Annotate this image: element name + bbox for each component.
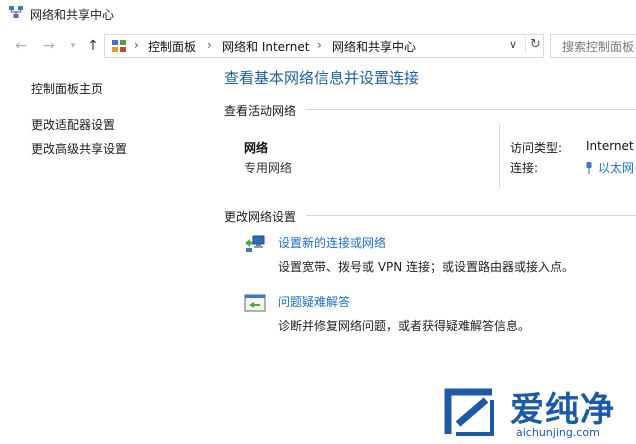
ethernet-icon: [586, 162, 592, 174]
page-title: 查看基本网络信息并设置连接: [224, 69, 420, 87]
search-placeholder: 搜索控制面板: [562, 40, 635, 54]
sidebar: 控制面板主页 更改适配器设置 更改高级共享设置: [0, 70, 210, 444]
forward-arrow-icon[interactable]: →: [42, 39, 56, 53]
watermark: 爱纯净 aichunjing.com: [440, 382, 636, 444]
window-title: 网络和共享中心: [30, 8, 115, 22]
sidebar-item-control-panel-home[interactable]: 控制面板主页: [31, 80, 103, 97]
sidebar-item-change-advanced-sharing[interactable]: 更改高级共享设置: [31, 140, 127, 157]
recent-dropdown-icon[interactable]: ▾: [66, 39, 80, 53]
breadcrumb-control-panel[interactable]: 控制面板: [148, 38, 196, 55]
search-input[interactable]: 搜索控制面板: [550, 34, 636, 58]
back-arrow-icon[interactable]: ←: [14, 39, 28, 53]
troubleshoot-problems-link[interactable]: 问题疑难解答: [278, 293, 350, 310]
chevron-down-icon[interactable]: ∨: [509, 38, 517, 51]
access-type-value: Internet: [586, 139, 634, 153]
setup-new-connection-description: 设置宽带、拨号或 VPN 连接；或设置路由器或接入点。: [278, 260, 575, 274]
address-bar: ← → ▾ ↑ › 控制面板 › 网络和 Internet › 网络和共享中心 …: [0, 32, 636, 60]
control-panel-icon: [112, 40, 126, 52]
watermark-brand: 爱纯净: [510, 390, 615, 430]
network-name: 网络: [244, 141, 269, 155]
section-divider: [306, 215, 636, 216]
breadcrumb[interactable]: › 控制面板 › 网络和 Internet › 网络和共享中心 ∨ ↻: [104, 34, 544, 58]
breadcrumb-network-sharing-center[interactable]: 网络和共享中心: [332, 38, 416, 55]
title-bar: 网络和共享中心: [0, 0, 636, 26]
brand-logo-icon: [444, 388, 494, 436]
sidebar-item-change-adapter-settings[interactable]: 更改适配器设置: [31, 116, 115, 133]
active-networks-heading: 查看活动网络: [224, 104, 297, 118]
up-arrow-icon[interactable]: ↑: [86, 39, 100, 53]
network-setup-icon: [245, 235, 265, 252]
setup-new-connection-link[interactable]: 设置新的连接或网络: [278, 234, 386, 251]
connection-ethernet-link[interactable]: 以太网: [585, 159, 634, 176]
refresh-icon[interactable]: ↻: [525, 37, 541, 53]
section-divider: [306, 109, 636, 110]
change-settings-heading: 更改网络设置: [224, 210, 297, 224]
chevron-right-icon: ›: [207, 38, 212, 52]
chevron-right-icon: ›: [134, 38, 139, 52]
connection-ethernet-label: 以太网: [598, 161, 635, 175]
chevron-right-icon: ›: [317, 38, 322, 52]
watermark-url: aichunjing.com: [516, 426, 600, 439]
connections-label: 连接:: [510, 161, 539, 175]
network-type[interactable]: 专用网络: [244, 159, 292, 176]
troubleshoot-problems-description: 诊断并修复网络问题，或者获得疑难解答信息。: [278, 319, 531, 333]
troubleshoot-icon: [244, 294, 266, 312]
breadcrumb-network-internet[interactable]: 网络和 Internet: [222, 38, 309, 55]
network-center-icon: [9, 6, 23, 18]
access-type-label: 访问类型:: [510, 141, 563, 155]
column-divider: [499, 124, 500, 188]
